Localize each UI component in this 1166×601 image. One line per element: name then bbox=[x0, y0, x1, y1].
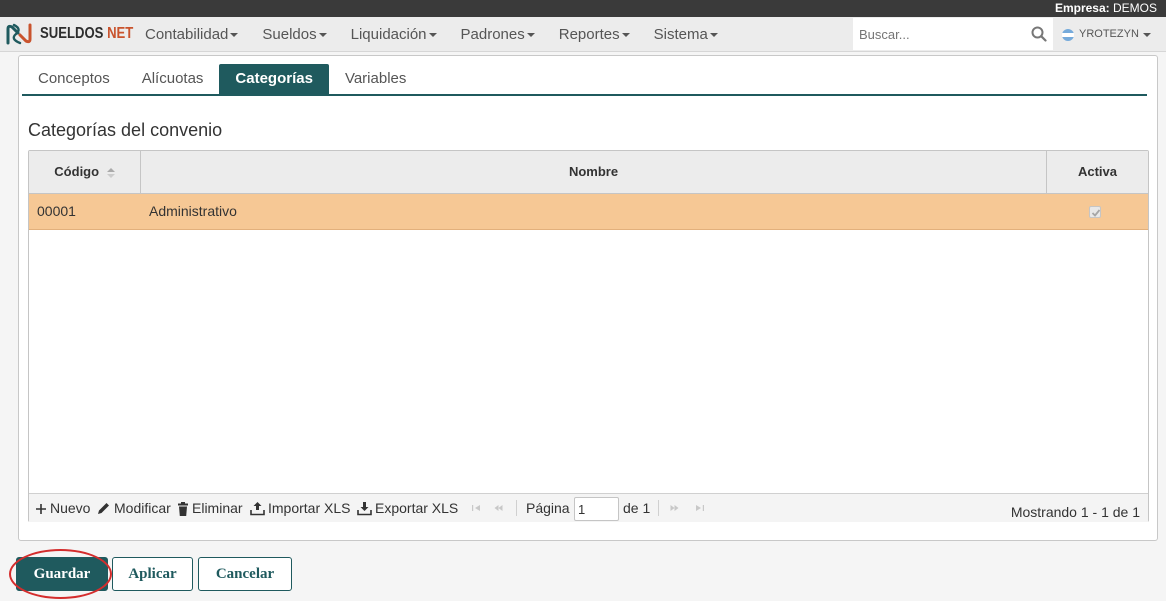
tab-alicuotas[interactable]: Alícuotas bbox=[126, 64, 220, 94]
tab-conceptos[interactable]: Conceptos bbox=[22, 64, 126, 94]
cell-name: Administrativo bbox=[149, 203, 237, 219]
column-label: Código bbox=[54, 164, 100, 179]
menu-contabilidad[interactable]: Contabilidad bbox=[133, 17, 250, 52]
sort-icon bbox=[106, 167, 115, 178]
menu-liquidacion[interactable]: Liquidación bbox=[339, 17, 449, 52]
main-panel: Conceptos Alícuotas Categorías Variables… bbox=[18, 55, 1158, 541]
import-label: Importar XLS bbox=[268, 500, 351, 516]
plus-icon bbox=[36, 503, 46, 514]
edit-label: Modificar bbox=[114, 500, 171, 516]
download-icon bbox=[357, 502, 372, 516]
tab-bar: Conceptos Alícuotas Categorías Variables bbox=[22, 64, 1147, 96]
company-label: Empresa: bbox=[1054, 1, 1110, 15]
tab-variables[interactable]: Variables bbox=[329, 64, 422, 94]
menu-label: Contabilidad bbox=[145, 26, 229, 43]
pager-separator bbox=[658, 500, 659, 516]
caret-down-icon bbox=[1142, 32, 1151, 37]
grid-toolbar: Nuevo Modificar Eliminar Importar XLS Ex… bbox=[29, 493, 1148, 522]
caret-down-icon bbox=[709, 33, 718, 38]
next-page-icon[interactable] bbox=[670, 504, 679, 512]
search-icon[interactable] bbox=[1031, 26, 1047, 42]
cell-code: 00001 bbox=[37, 203, 76, 219]
page-input[interactable] bbox=[574, 497, 619, 521]
export-xls-button[interactable]: Exportar XLS bbox=[357, 494, 458, 523]
new-button[interactable]: Nuevo bbox=[35, 494, 90, 523]
save-button[interactable]: Guardar bbox=[16, 557, 108, 591]
edit-button[interactable]: Modificar bbox=[96, 494, 171, 523]
apply-button[interactable]: Aplicar bbox=[112, 557, 193, 591]
company-bar: Empresa: DEMOS bbox=[0, 0, 1166, 17]
menu-label: Reportes bbox=[558, 26, 620, 43]
menu-padrones[interactable]: Padrones bbox=[449, 17, 547, 52]
menu-label: Sueldos bbox=[262, 26, 317, 43]
user-menu[interactable]: YROTEZYN bbox=[1062, 17, 1151, 52]
brand-logo[interactable]: SUELDOS NET bbox=[6, 23, 154, 45]
pencil-icon bbox=[98, 503, 109, 514]
main-menu: Contabilidad Sueldos Liquidación Padrone… bbox=[133, 17, 730, 52]
tab-categorias[interactable]: Categorías bbox=[219, 64, 329, 94]
new-label: Nuevo bbox=[50, 500, 91, 516]
search-input[interactable] bbox=[853, 18, 1023, 50]
search-box bbox=[853, 18, 1053, 50]
menu-reportes[interactable]: Reportes bbox=[547, 17, 642, 52]
first-page-icon[interactable] bbox=[472, 504, 481, 512]
brand-name-part2: NET bbox=[107, 25, 134, 42]
categories-grid: Código Nombre Activa 00001 Administrativ… bbox=[28, 150, 1149, 522]
export-label: Exportar XLS bbox=[375, 500, 459, 516]
active-checkbox bbox=[1089, 206, 1101, 218]
previous-page-icon[interactable] bbox=[494, 504, 503, 512]
checkmark-icon bbox=[1091, 209, 1101, 217]
page-total: de 1 bbox=[623, 500, 651, 516]
menu-label: Padrones bbox=[460, 26, 525, 43]
column-header-name[interactable]: Nombre bbox=[141, 151, 1047, 193]
page-label: Página bbox=[526, 500, 570, 516]
menu-sistema[interactable]: Sistema bbox=[642, 17, 730, 52]
last-page-icon[interactable] bbox=[695, 504, 704, 512]
menu-label: Liquidación bbox=[350, 26, 427, 43]
caret-down-icon bbox=[526, 33, 535, 38]
caret-down-icon bbox=[621, 33, 630, 38]
caret-down-icon bbox=[318, 33, 327, 38]
delete-label: Eliminar bbox=[192, 500, 243, 516]
user-name: YROTEZYN bbox=[1079, 28, 1139, 40]
brand-name-part1: SUELDOS bbox=[40, 25, 108, 42]
table-row[interactable]: 00001 Administrativo bbox=[29, 194, 1148, 230]
trash-icon bbox=[178, 501, 188, 516]
logo-icon bbox=[6, 23, 32, 45]
argentina-flag-icon bbox=[1062, 28, 1074, 41]
cancel-button[interactable]: Cancelar bbox=[198, 557, 292, 591]
records-count: Mostrando 1 - 1 de 1 bbox=[1010, 504, 1140, 520]
section-title: Categorías del convenio bbox=[28, 120, 223, 140]
menu-sueldos[interactable]: Sueldos bbox=[250, 17, 338, 52]
column-header-code[interactable]: Código bbox=[29, 151, 141, 193]
caret-down-icon bbox=[428, 33, 437, 38]
upload-icon bbox=[250, 502, 265, 516]
pager-separator bbox=[516, 500, 517, 516]
import-xls-button[interactable]: Importar XLS bbox=[250, 494, 350, 523]
column-header-active[interactable]: Activa bbox=[1047, 151, 1148, 193]
company-name: DEMOS bbox=[1112, 1, 1157, 15]
delete-button[interactable]: Eliminar bbox=[177, 494, 243, 523]
menu-label: Sistema bbox=[653, 26, 708, 43]
grid-header: Código Nombre Activa bbox=[29, 151, 1148, 194]
caret-down-icon bbox=[230, 33, 239, 38]
brand-name: SUELDOS NET bbox=[40, 25, 133, 43]
navbar: SUELDOS NET Contabilidad Sueldos Liquida… bbox=[0, 17, 1166, 52]
